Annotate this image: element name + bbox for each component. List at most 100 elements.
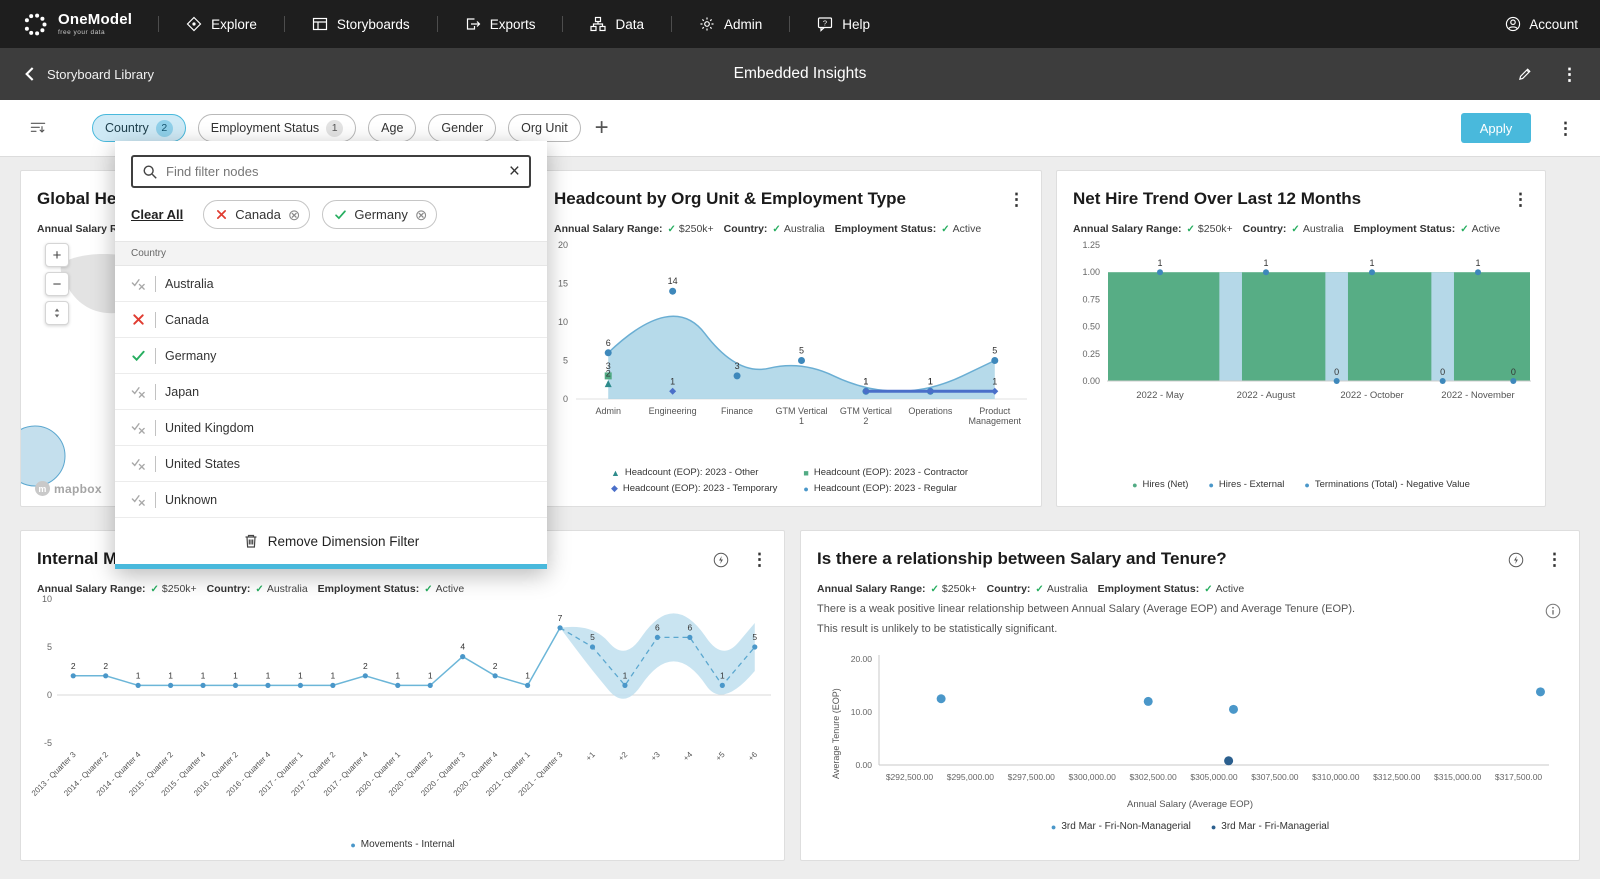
svg-text:20.00: 20.00 xyxy=(851,654,873,664)
svg-text:2: 2 xyxy=(863,416,868,426)
insight-lightning-icon[interactable] xyxy=(713,552,729,568)
explore-icon xyxy=(186,16,202,32)
svg-text:0: 0 xyxy=(1334,367,1339,377)
remove-chip-icon[interactable]: ⊗ xyxy=(288,206,301,224)
none-state-icon xyxy=(131,420,146,435)
legend-label: Hires (Net) xyxy=(1143,479,1189,490)
legend-marker: ● xyxy=(1208,480,1213,490)
filter-node-canada[interactable]: Canada xyxy=(115,302,547,338)
filter-node-label: Japan xyxy=(165,385,199,399)
card-kebab-icon[interactable]: ⋮ xyxy=(751,551,768,568)
add-filter-button[interactable]: + xyxy=(595,116,609,140)
exclude-state-icon xyxy=(131,312,146,327)
filter-search-input[interactable] xyxy=(166,164,501,179)
svg-text:2022 - August: 2022 - August xyxy=(1237,390,1296,401)
account-button[interactable]: Account xyxy=(1505,16,1578,32)
remove-dimension-filter-button[interactable]: Remove Dimension Filter xyxy=(115,518,547,564)
filter-node-label: Canada xyxy=(165,313,209,327)
legend-label: Movements - Internal xyxy=(361,839,455,850)
nav-item-data[interactable]: Data xyxy=(563,0,671,48)
nav-item-exports[interactable]: Exports xyxy=(438,0,563,48)
insight-lightning-icon[interactable] xyxy=(1508,552,1524,568)
legend-label: Headcount (EOP): 2023 - Other xyxy=(625,467,759,478)
brand-logo[interactable]: OneModel free your data xyxy=(22,11,132,38)
map-zoom-in-button[interactable]: + xyxy=(45,243,69,267)
legend-item[interactable]: ▲Headcount (EOP): 2023 - Other xyxy=(611,467,777,478)
legend-item[interactable]: ●Hires - External xyxy=(1208,479,1284,490)
legend-item[interactable]: ●Terminations (Total) - Negative Value xyxy=(1304,479,1470,490)
svg-text:1: 1 xyxy=(266,670,271,680)
chip-label: Org Unit xyxy=(521,121,568,135)
legend-label: 3rd Mar - Fri-Managerial xyxy=(1221,821,1329,832)
map-compass-button[interactable] xyxy=(45,301,69,325)
internal-movements-line-chart: -5051022111111121142175166152013 - Quart… xyxy=(27,591,777,821)
filter-chip-employment-status[interactable]: Employment Status1 xyxy=(198,114,356,142)
filter-bar-kebab-icon[interactable]: ⋮ xyxy=(1557,120,1574,137)
svg-text:1: 1 xyxy=(201,670,206,680)
legend-item[interactable]: ◆ Headcount (EOP): 2023 - Temporary xyxy=(611,483,777,494)
legend-item[interactable]: ●Hires (Net) xyxy=(1132,479,1188,490)
filter-chip-country[interactable]: Country2 xyxy=(92,114,186,142)
exports-icon xyxy=(465,16,481,32)
filter-chip-age[interactable]: Age xyxy=(368,114,416,142)
svg-text:1: 1 xyxy=(298,670,303,680)
card-kebab-icon[interactable]: ⋮ xyxy=(1546,551,1563,568)
svg-text:5: 5 xyxy=(47,642,52,652)
svg-text:1: 1 xyxy=(1369,258,1374,268)
edit-pencil-icon[interactable] xyxy=(1517,66,1533,82)
svg-text:1: 1 xyxy=(720,670,725,680)
nav-item-label: Data xyxy=(615,17,644,32)
svg-text:GTM Vertical: GTM Vertical xyxy=(775,406,827,416)
legend-item[interactable]: ●Headcount (EOP): 2023 - Regular xyxy=(803,483,968,494)
legend-marker: ◆ xyxy=(611,483,618,494)
clear-all-link[interactable]: Clear All xyxy=(131,207,183,222)
filter-node-united-states[interactable]: United States xyxy=(115,446,547,482)
nav-item-admin[interactable]: Admin xyxy=(672,0,789,48)
filter-node-unknown[interactable]: Unknown xyxy=(115,482,547,518)
filter-chip-gender[interactable]: Gender xyxy=(428,114,496,142)
check-icon: ✓ xyxy=(1204,584,1212,595)
svg-text:5: 5 xyxy=(563,356,568,366)
legend-item[interactable]: ●3rd Mar - Fri-Managerial xyxy=(1211,821,1329,832)
card-kebab-icon[interactable]: ⋮ xyxy=(1008,191,1025,208)
svg-text:1: 1 xyxy=(168,670,173,680)
selected-node-chip-canada[interactable]: Canada⊗ xyxy=(203,200,310,229)
filter-node-united-kingdom[interactable]: United Kingdom xyxy=(115,410,547,446)
svg-text:6: 6 xyxy=(687,622,692,632)
clear-search-icon[interactable]: × xyxy=(509,162,520,181)
hierarchy-bar xyxy=(155,420,156,436)
svg-text:Management: Management xyxy=(969,416,1022,426)
svg-text:10: 10 xyxy=(558,317,568,327)
svg-text:Finance: Finance xyxy=(721,406,753,416)
filter-list-icon[interactable] xyxy=(30,120,46,136)
apply-button[interactable]: Apply xyxy=(1461,113,1531,143)
nav-item-help[interactable]: ?Help xyxy=(790,0,897,48)
filter-node-germany[interactable]: Germany xyxy=(115,338,547,374)
svg-text:5: 5 xyxy=(752,632,757,642)
help-icon: ? xyxy=(817,16,833,32)
chip-label: Gender xyxy=(441,121,483,135)
legend-item[interactable]: ●Movements - Internal xyxy=(350,839,454,850)
filter-node-australia[interactable]: Australia xyxy=(115,266,547,302)
svg-text:$317,500.00: $317,500.00 xyxy=(1495,772,1543,782)
svg-text:6: 6 xyxy=(606,338,611,348)
map-zoom-out-button[interactable]: − xyxy=(45,272,69,296)
filter-node-japan[interactable]: Japan xyxy=(115,374,547,410)
svg-text:1: 1 xyxy=(623,670,628,680)
selected-node-chip-germany[interactable]: Germany⊗ xyxy=(322,200,437,229)
nav-item-explore[interactable]: Explore xyxy=(159,0,284,48)
back-to-library-link[interactable]: Storyboard Library xyxy=(22,66,154,82)
info-icon[interactable] xyxy=(1545,603,1561,619)
back-link-label: Storyboard Library xyxy=(47,67,154,82)
legend-item[interactable]: ●3rd Mar - Fri-Non-Managerial xyxy=(1051,821,1191,832)
header-kebab-icon[interactable]: ⋮ xyxy=(1561,66,1578,83)
svg-text:0: 0 xyxy=(1440,367,1445,377)
card-kebab-icon[interactable]: ⋮ xyxy=(1512,191,1529,208)
svg-text:$312,500.00: $312,500.00 xyxy=(1373,772,1421,782)
legend-label: Headcount (EOP): 2023 - Temporary xyxy=(623,483,778,494)
filter-chip-org-unit[interactable]: Org Unit xyxy=(508,114,581,142)
country-filter-panel: × Clear All Canada⊗Germany⊗ Country Aust… xyxy=(115,141,547,569)
legend-item[interactable]: ■Headcount (EOP): 2023 - Contractor xyxy=(803,467,968,478)
nav-item-storyboards[interactable]: Storyboards xyxy=(285,0,437,48)
remove-chip-icon[interactable]: ⊗ xyxy=(415,206,428,224)
